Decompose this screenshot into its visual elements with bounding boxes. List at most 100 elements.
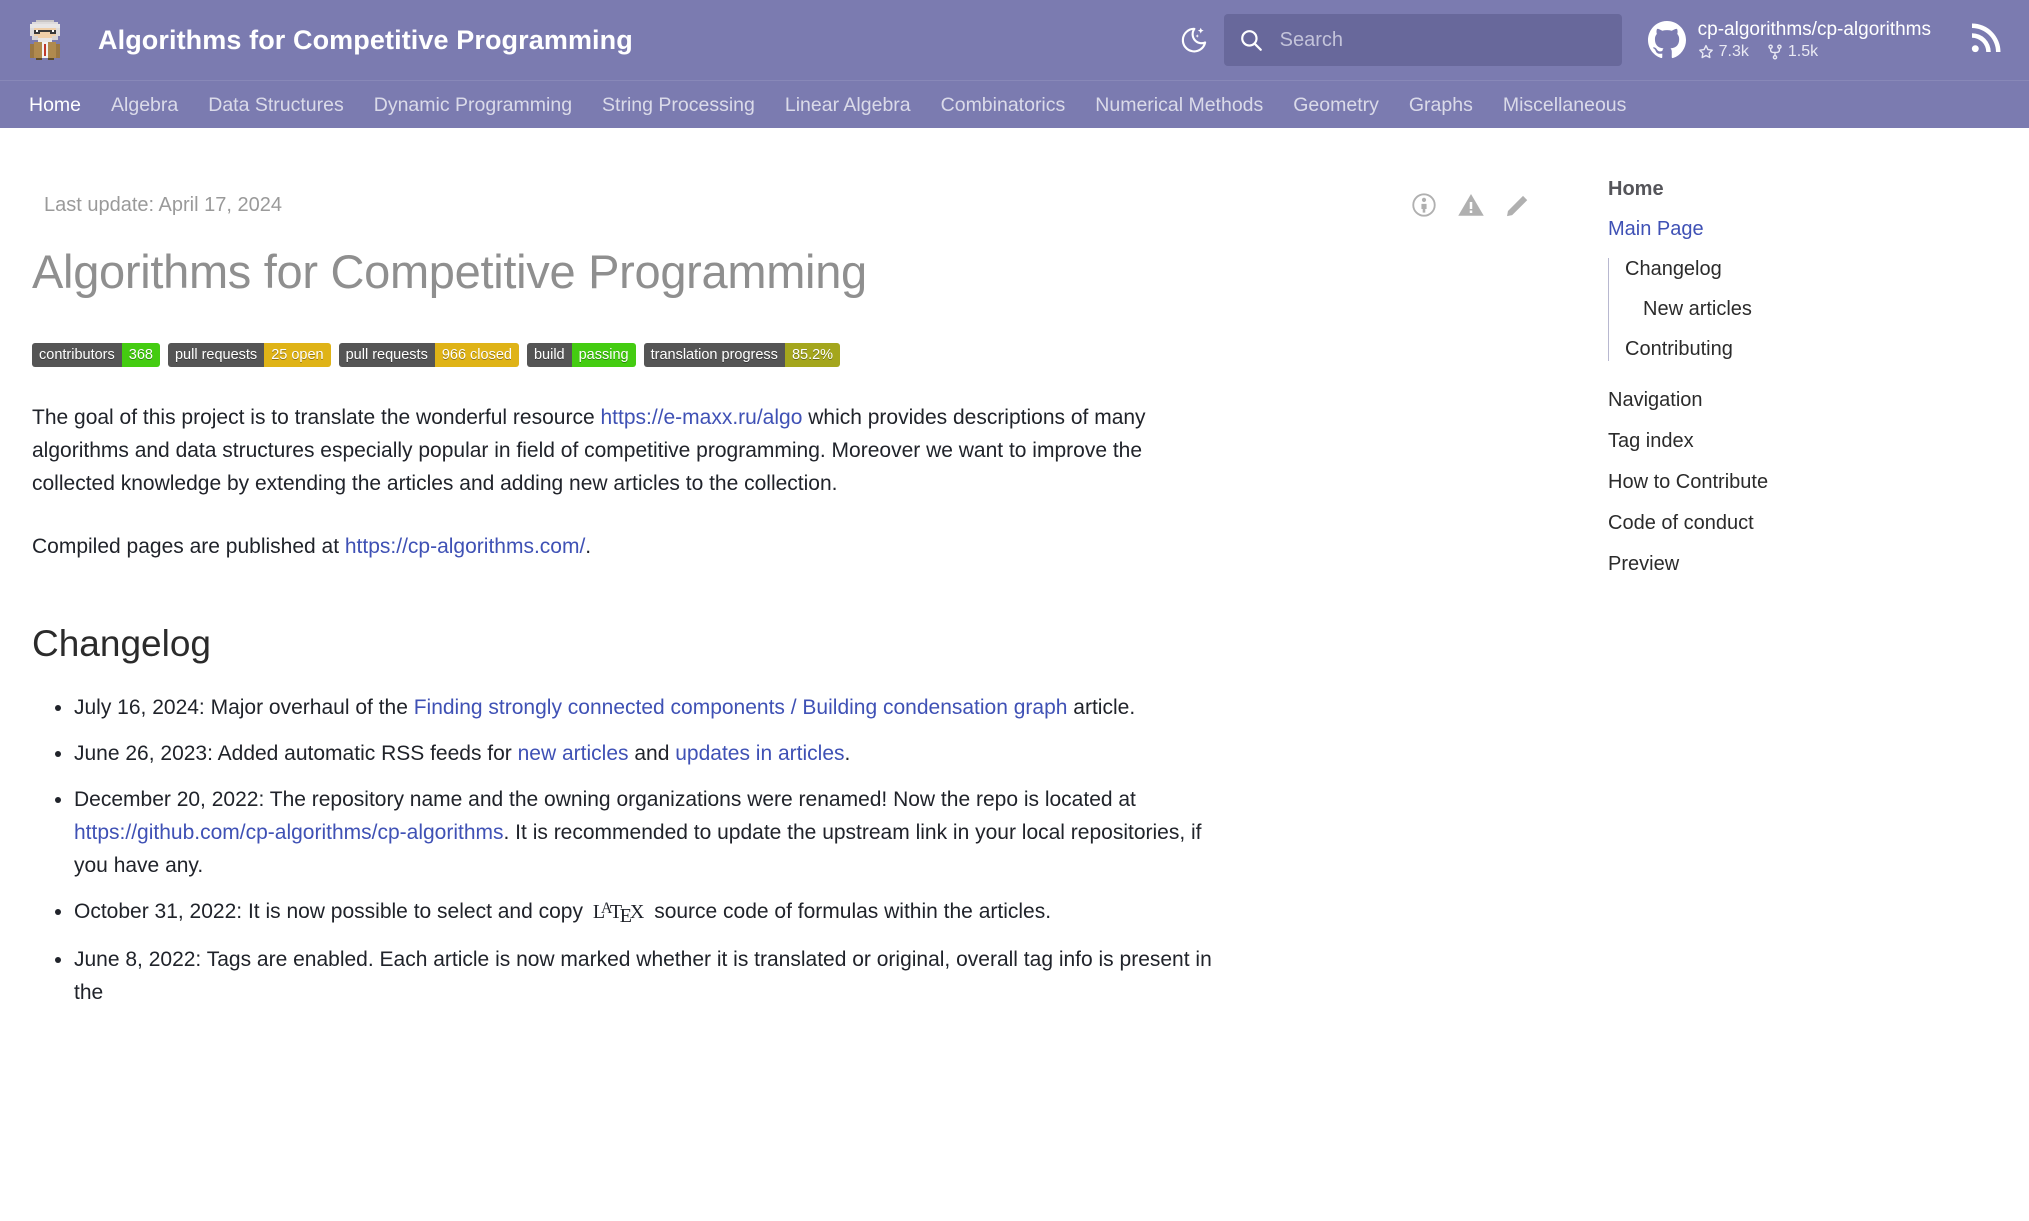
badge-label: pull requests — [338, 343, 435, 367]
page-title: Algorithms for Competitive Programming — [32, 245, 867, 298]
toc-link-how-to-contribute[interactable]: How to Contribute — [1608, 471, 2009, 494]
warning-triangle-icon[interactable] — [1456, 190, 1486, 220]
badge-label: translation progress — [643, 343, 785, 367]
entry-text-part2: article. — [1067, 696, 1136, 719]
list-item: June 26, 2023: Added automatic RSS feeds… — [74, 737, 1212, 770]
nav-tab-dynamic-programming[interactable]: Dynamic Programming — [359, 81, 587, 129]
repo-stars: 7.3k — [1698, 43, 1749, 61]
cp-algorithms-link[interactable]: https://cp-algorithms.com/ — [345, 535, 585, 558]
badge-value: passing — [571, 343, 636, 367]
toc-link-changelog[interactable]: Changelog — [1625, 258, 2009, 281]
nav-tab-linear-algebra[interactable]: Linear Algebra — [770, 81, 926, 129]
fork-icon — [1768, 44, 1782, 60]
search-box[interactable] — [1223, 14, 1622, 66]
toc-group: Navigation Tag index How to Contribute C… — [1608, 389, 2009, 576]
einstein-pixel-logo-art — [30, 20, 60, 60]
nav-tab-combinatorics[interactable]: Combinatorics — [926, 81, 1081, 129]
edit-pencil-icon[interactable] — [1504, 191, 1532, 219]
main-content: Last update: April 17, 2024 Algorithms f… — [0, 128, 1608, 1221]
toc-link-new-articles[interactable]: New articles — [1625, 298, 2009, 321]
toc-link-code-of-conduct[interactable]: Code of conduct — [1608, 512, 2009, 535]
github-icon — [1647, 21, 1686, 59]
repo-stats: 7.3k 1.5k — [1698, 43, 1931, 61]
badge-label: contributors — [32, 343, 122, 367]
toc-sublist: Changelog New articles Contributing — [1608, 258, 2009, 361]
site-title: Algorithms for Competitive Programming — [98, 24, 633, 55]
nav-tab-algebra[interactable]: Algebra — [96, 81, 193, 129]
list-item: December 20, 2022: The repository name a… — [74, 783, 1212, 882]
changelog-list: July 16, 2024: Major overhaul of the Fin… — [32, 691, 1212, 1009]
last-update-label: Last update: April 17, 2024 — [44, 193, 282, 216]
status-badges: contributors 368 pull requests 25 open p… — [32, 343, 1572, 367]
forks-count: 1.5k — [1787, 43, 1819, 60]
main-navigation: Home Algebra Data Structures Dynamic Pro… — [0, 80, 2029, 128]
site-header: Algorithms for Competitive Programming c… — [0, 0, 2029, 80]
meta-icons — [1410, 190, 1572, 220]
nav-tab-data-structures[interactable]: Data Structures — [193, 81, 358, 129]
nav-tab-geometry[interactable]: Geometry — [1278, 81, 1394, 129]
list-item: October 31, 2022: It is now possible to … — [74, 895, 1212, 930]
status-badge-pull-requests-closed[interactable]: pull requests 966 closed — [338, 343, 519, 367]
toc-link-preview[interactable]: Preview — [1608, 553, 2009, 576]
list-item: June 8, 2022: Tags are enabled. Each art… — [74, 943, 1212, 1009]
authors-icon[interactable] — [1410, 191, 1438, 219]
toc-link-contributing[interactable]: Contributing — [1625, 338, 2009, 361]
entry-text-part2: and — [628, 742, 676, 765]
nav-tab-graphs[interactable]: Graphs — [1394, 81, 1488, 129]
entry-text-part1: December 20, 2022: The repository name a… — [74, 788, 1136, 811]
search-input[interactable] — [1277, 27, 1608, 53]
nav-tab-home[interactable]: Home — [14, 81, 96, 129]
status-badge-translation-progress[interactable]: translation progress 85.2% — [643, 343, 841, 367]
rss-icon — [1971, 23, 2001, 53]
nav-tab-numerical-methods[interactable]: Numerical Methods — [1080, 81, 1278, 129]
entry-text-part3: . — [844, 742, 851, 765]
entry-text-part1: June 26, 2023: Added automatic RSS feeds… — [74, 742, 518, 765]
status-badge-pull-requests-open[interactable]: pull requests 25 open — [167, 343, 331, 367]
repo-forks: 1.5k — [1767, 43, 1818, 61]
changelog-heading: Changelog — [32, 623, 211, 664]
emaxx-link[interactable]: https://e-maxx.ru/algo — [600, 406, 802, 429]
intro-text-part1: The goal of this project is to translate… — [32, 406, 601, 429]
moon-star-icon — [1181, 27, 1206, 53]
theme-toggle-button[interactable] — [1172, 18, 1216, 62]
updates-in-articles-link[interactable]: updates in articles — [675, 742, 844, 765]
toc-link-tag-index[interactable]: Tag index — [1608, 430, 2009, 453]
intro-paragraph: The goal of this project is to translate… — [32, 401, 1212, 500]
new-articles-link[interactable]: new articles — [518, 742, 629, 765]
repo-link[interactable]: cp-algorithms/cp-algorithms 7.3k 1.5k — [1647, 19, 1931, 61]
repo-name: cp-algorithms/cp-algorithms — [1697, 19, 1931, 40]
badge-label: build — [526, 343, 572, 367]
toc-link-navigation[interactable]: Navigation — [1608, 389, 2009, 412]
star-icon — [1698, 44, 1713, 59]
entry-text-part1: July 16, 2024: Major overhaul of the — [74, 696, 414, 719]
einstein-pixel-logo[interactable] — [22, 17, 68, 63]
table-of-contents: Home Main Page Changelog New articles Co… — [1608, 128, 2029, 1221]
repo-text: cp-algorithms/cp-algorithms 7.3k 1.5k — [1698, 19, 1931, 61]
compiled-pages-paragraph: Compiled pages are published at https://… — [32, 530, 1212, 563]
page-body: Last update: April 17, 2024 Algorithms f… — [0, 128, 2029, 1221]
search-icon — [1238, 27, 1264, 53]
meta-row: Last update: April 17, 2024 — [32, 188, 1572, 222]
entry-text-part1: October 31, 2022: It is now possible to … — [74, 900, 589, 923]
entry-text-part1: June 8, 2022: Tags are enabled. Each art… — [74, 948, 1212, 1004]
rss-feed-button[interactable] — [1961, 17, 2007, 63]
stars-count: 7.3k — [1718, 43, 1749, 60]
latex-logo: LATEX — [592, 899, 645, 928]
status-badge-contributors[interactable]: contributors 368 — [32, 343, 160, 367]
compiled-text-part1: Compiled pages are published at — [32, 535, 345, 558]
badge-value: 368 — [121, 343, 160, 367]
compiled-text-part2: . — [585, 535, 592, 558]
nav-tab-miscellaneous[interactable]: Miscellaneous — [1488, 81, 1642, 129]
entry-text-part2: source code of formulas within the artic… — [648, 900, 1052, 923]
github-repo-link[interactable]: https://github.com/cp-algorithms/cp-algo… — [74, 821, 504, 844]
badge-label: pull requests — [167, 343, 265, 367]
status-badge-build[interactable]: build passing — [526, 343, 636, 367]
nav-tab-string-processing[interactable]: String Processing — [587, 81, 770, 129]
badge-value: 85.2% — [784, 343, 841, 367]
toc-link-main-page[interactable]: Main Page — [1608, 218, 2009, 241]
badge-value: 25 open — [264, 343, 331, 367]
toc-heading: Home — [1608, 178, 1664, 200]
scc-article-link[interactable]: Finding strongly connected components / … — [414, 696, 1068, 719]
badge-value: 966 closed — [434, 343, 519, 367]
list-item: July 16, 2024: Major overhaul of the Fin… — [74, 691, 1212, 724]
